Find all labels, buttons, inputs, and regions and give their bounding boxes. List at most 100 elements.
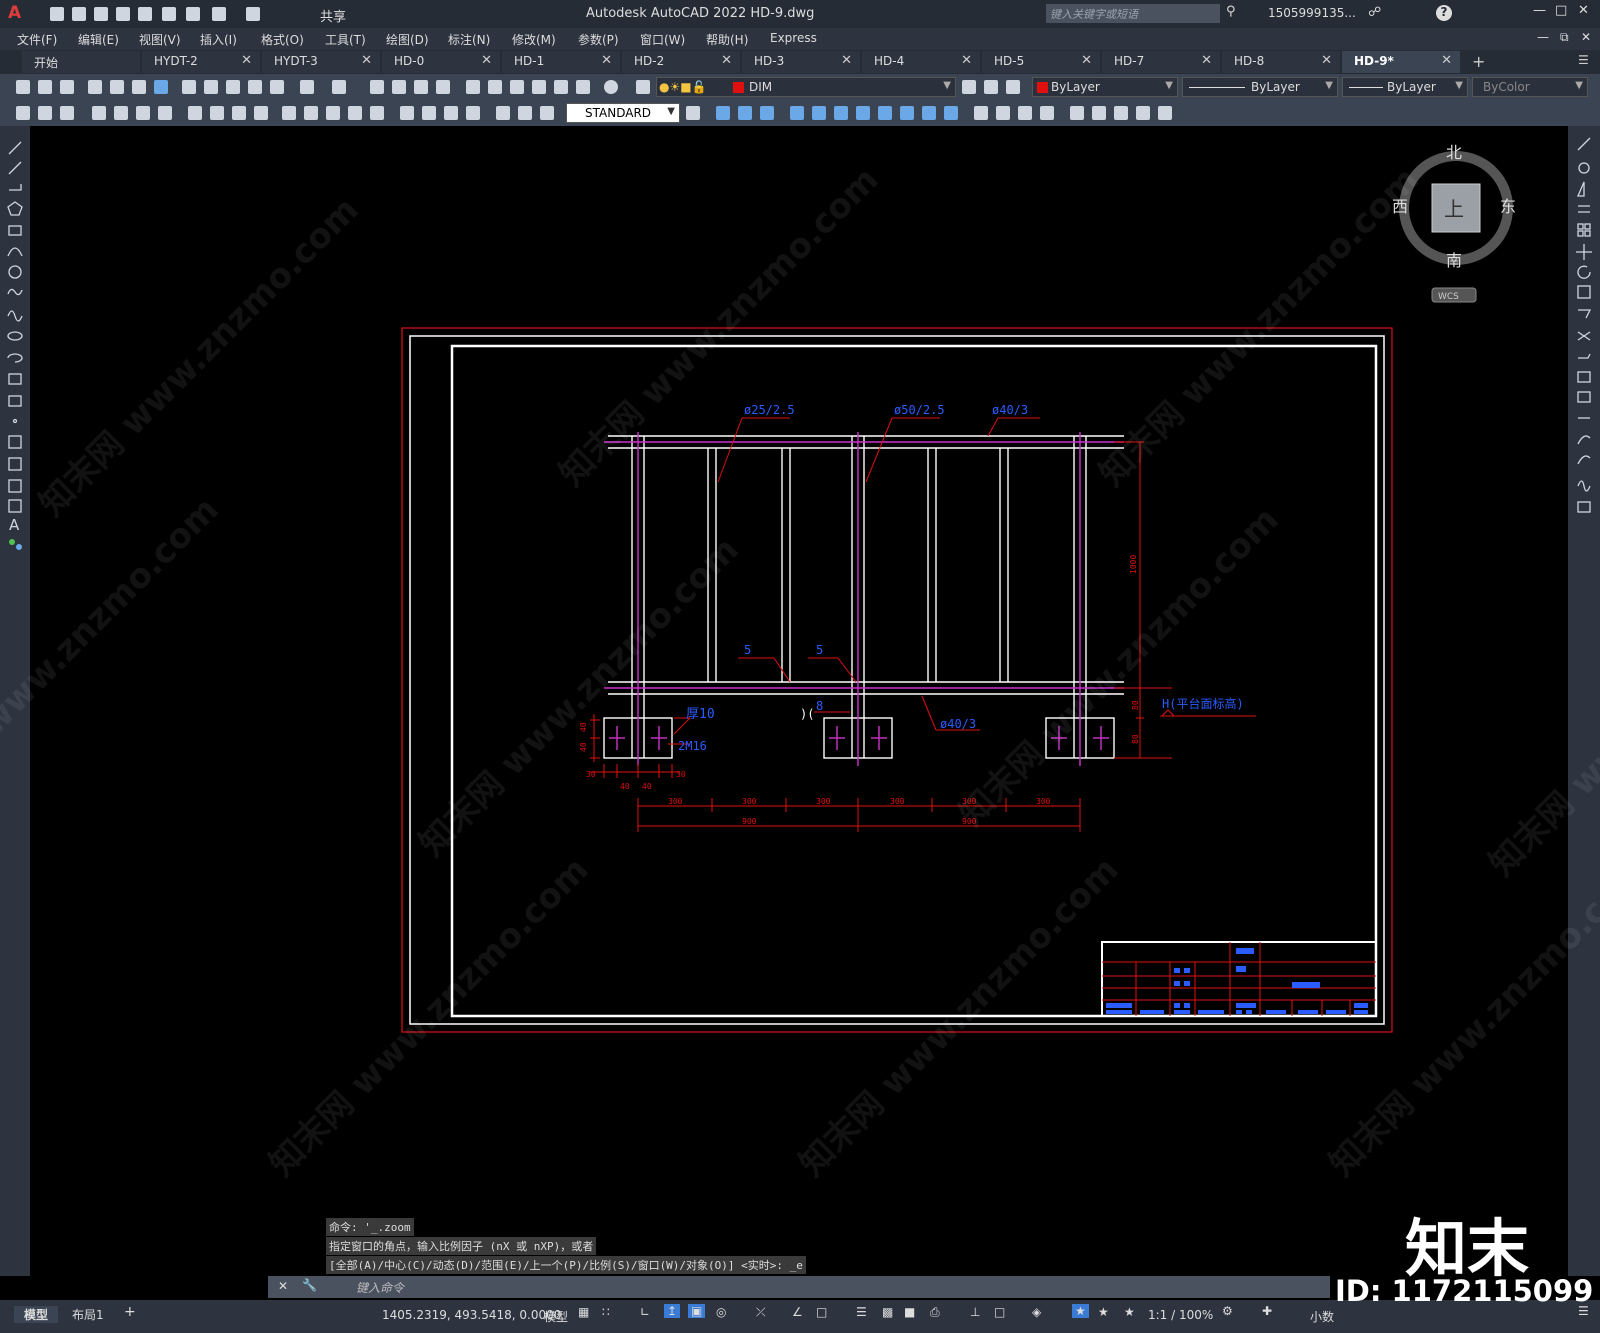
match-icon[interactable] <box>248 80 262 94</box>
viewcube-south[interactable]: 南 <box>1446 251 1462 270</box>
app-logo[interactable]: A <box>8 3 21 23</box>
close-icon[interactable]: ✕ <box>278 1279 288 1293</box>
space-icon[interactable] <box>348 106 362 120</box>
doc-restore-button[interactable]: ⧉ <box>1560 30 1569 45</box>
maximize-button[interactable]: □ <box>1555 3 1567 18</box>
help-icon[interactable]: ? <box>1436 5 1452 21</box>
workspace-icon[interactable]: ⎙ <box>930 1305 940 1320</box>
baseline-icon[interactable] <box>304 106 318 120</box>
cut-icon[interactable] <box>182 80 196 94</box>
new-icon[interactable] <box>16 80 30 94</box>
annotation-visibility-icon[interactable]: ★ <box>1072 1304 1089 1318</box>
tab-hd-9[interactable]: HD-9* ✕ <box>1342 51 1460 73</box>
units-dropdown[interactable]: 小数 <box>1310 1308 1334 1325</box>
annotate-icon[interactable]: ⊥ <box>970 1305 980 1319</box>
properties-icon[interactable] <box>466 80 480 94</box>
scale-dropdown[interactable]: 1:1 / 100% <box>1148 1308 1213 1322</box>
plotstyle-dropdown[interactable]: ByColor ▼ <box>1472 77 1588 97</box>
zoom-previous-icon[interactable] <box>436 80 450 94</box>
tab-start[interactable]: 开始 <box>22 51 140 73</box>
continue-icon[interactable] <box>326 106 340 120</box>
quick-dim-icon[interactable] <box>282 106 296 120</box>
close-icon[interactable]: ✕ <box>241 53 252 68</box>
sheet-set-icon[interactable] <box>532 80 546 94</box>
viewcube-north[interactable]: 北 <box>1446 143 1462 162</box>
modify-icon[interactable] <box>716 106 730 120</box>
dyn-ucs-icon[interactable]: ∠ <box>792 1305 803 1319</box>
isolate-icon[interactable]: □ <box>994 1305 1005 1319</box>
lineweight-dropdown[interactable]: ByLayer ▼ <box>1342 77 1468 97</box>
search-icon[interactable]: ⚲ <box>1226 4 1236 19</box>
quick-access-icons[interactable] <box>50 7 290 21</box>
modify-icon[interactable] <box>878 106 892 120</box>
markup-icon[interactable] <box>554 80 568 94</box>
search-input[interactable]: 键入关键字或短语 <box>1046 4 1220 23</box>
auto-scale-icon[interactable]: ★ <box>1098 1305 1109 1319</box>
gear-icon[interactable]: ⚙ <box>1222 1304 1233 1318</box>
solid-icon[interactable] <box>1092 106 1106 120</box>
dim-aligned-icon[interactable] <box>114 106 128 120</box>
modify-tool-icons[interactable] <box>1568 126 1600 526</box>
user-name[interactable]: 1505999135... <box>1268 6 1356 20</box>
solid-icon[interactable] <box>996 106 1010 120</box>
modify-icon[interactable] <box>790 106 804 120</box>
polar-icon[interactable]: ↥ <box>664 1304 681 1318</box>
modify-icon[interactable] <box>944 106 958 120</box>
tolerance-icon[interactable] <box>400 106 414 120</box>
menu-express[interactable]: Express <box>770 31 817 45</box>
tab-hd-0[interactable]: HD-0 ✕ <box>382 51 500 73</box>
tool-palette-icon[interactable] <box>510 80 524 94</box>
globe-icon[interactable] <box>154 80 168 94</box>
share-button[interactable]: 共享 <box>320 6 346 25</box>
tab-hd-8[interactable]: HD-8 ✕ <box>1222 51 1340 73</box>
close-button[interactable]: ✕ <box>1578 3 1589 18</box>
add-layout-icon[interactable]: + <box>124 1304 136 1320</box>
lineweight-icon[interactable]: ☰ <box>856 1305 867 1319</box>
print-icon[interactable] <box>88 80 102 94</box>
close-icon[interactable]: ✕ <box>601 53 612 68</box>
otrack-icon[interactable]: ⤫ <box>756 1305 766 1320</box>
tab-hd-2[interactable]: HD-2 ✕ <box>622 51 740 73</box>
paste-icon[interactable] <box>226 80 240 94</box>
modify-icon[interactable] <box>900 106 914 120</box>
preview-icon[interactable] <box>110 80 124 94</box>
menu-view[interactable]: 视图(V) <box>139 31 181 48</box>
modify-icon[interactable] <box>738 106 752 120</box>
hardware-icon[interactable]: ◈ <box>1032 1305 1041 1319</box>
command-line[interactable]: ✕ 🔧 键入命令 <box>268 1276 1330 1298</box>
doc-close-button[interactable]: ✕ <box>1581 30 1591 44</box>
dim-diameter-icon[interactable] <box>232 106 246 120</box>
close-icon[interactable]: ✕ <box>1201 53 1212 68</box>
layer-manager-icon[interactable] <box>636 80 650 94</box>
osnap-icon[interactable]: ▣ <box>688 1304 706 1318</box>
tab-overflow-icon[interactable]: ☰ <box>1578 53 1589 67</box>
make-current-icon[interactable] <box>962 80 976 94</box>
plus-icon[interactable]: ✚ <box>1262 1304 1272 1318</box>
linetype-dropdown[interactable]: ByLayer ▼ <box>1182 77 1338 97</box>
save-icon[interactable] <box>60 80 74 94</box>
selection-cycling-icon[interactable]: □ <box>816 1305 827 1319</box>
new-tab-icon[interactable]: + <box>1472 52 1485 71</box>
solid-icon[interactable] <box>1040 106 1054 120</box>
center-mark-icon[interactable] <box>422 106 436 120</box>
ortho-icon[interactable]: ∟ <box>640 1305 650 1319</box>
dim-update-icon[interactable] <box>540 106 554 120</box>
break-icon[interactable] <box>370 106 384 120</box>
menu-edit[interactable]: 编辑(E) <box>78 31 119 48</box>
close-icon[interactable]: ✕ <box>961 53 972 68</box>
layer-isolate-icon[interactable] <box>1006 80 1020 94</box>
dim-linear-icon[interactable] <box>92 106 106 120</box>
dimstyle-icon[interactable] <box>686 106 700 120</box>
snap-icon[interactable]: ∷ <box>602 1305 610 1319</box>
copy-icon[interactable] <box>204 80 218 94</box>
menu-format[interactable]: 格式(O) <box>261 31 304 48</box>
minimize-button[interactable]: — <box>1533 3 1546 18</box>
tab-hd-4[interactable]: HD-4 ✕ <box>862 51 980 73</box>
wcs-menu[interactable]: WCS <box>1438 292 1459 302</box>
inspect-icon[interactable] <box>444 106 458 120</box>
modify-icon[interactable] <box>834 106 848 120</box>
isodraft-icon[interactable]: ◎ <box>716 1305 726 1319</box>
close-icon[interactable]: ✕ <box>841 53 852 68</box>
dim-edit-icon[interactable] <box>496 106 510 120</box>
tab-hydt-2[interactable]: HYDT-2 ✕ <box>142 51 260 73</box>
